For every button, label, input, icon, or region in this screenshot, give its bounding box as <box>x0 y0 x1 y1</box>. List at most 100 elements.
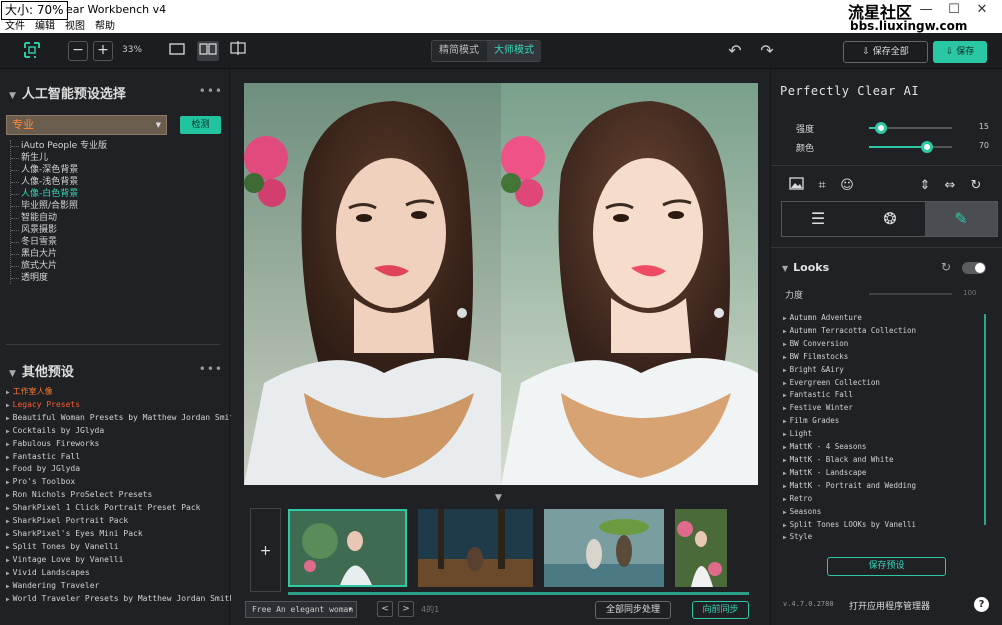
image-select[interactable]: Free An elegant woman ▼ <box>245 601 357 618</box>
look-item[interactable]: ▶ Light <box>783 428 916 441</box>
other-preset-item[interactable]: ▶ Fantastic Fall <box>6 451 239 464</box>
detect-button[interactable]: 检测 <box>180 116 221 134</box>
sync-forward-button[interactable]: 向前同步 <box>692 601 749 619</box>
other-preset-item[interactable]: ▶ Pro's Toolbox <box>6 476 239 489</box>
color-track[interactable] <box>869 141 952 153</box>
split-view-icon[interactable] <box>229 41 247 61</box>
other-preset-item[interactable]: ▶ Split Tones by Vanelli <box>6 541 239 554</box>
look-item[interactable]: ▶ MattK - Landscape <box>783 467 916 480</box>
look-item[interactable]: ▶ Seasons <box>783 506 916 519</box>
thumbnail-4[interactable] <box>675 509 727 587</box>
other-preset-item[interactable]: ▶ Fabulous Fireworks <box>6 438 239 451</box>
flip-vertical-icon[interactable]: ⇕ <box>916 177 934 195</box>
other-preset-item[interactable]: ▶ Wandering Traveler <box>6 580 239 593</box>
save-preset-button[interactable]: 保存预设 <box>827 557 946 576</box>
filmstrip-toggle-icon[interactable]: ▼ <box>495 493 502 503</box>
image-icon[interactable] <box>787 177 805 195</box>
ai-preset-item[interactable]: 毕业照/合影照 <box>11 200 107 212</box>
ai-preset-item[interactable]: 人像-浅色背景 <box>11 176 107 188</box>
more-options-icon[interactable]: ••• <box>199 362 223 376</box>
look-item[interactable]: ▶ Autumn Adventure <box>783 312 916 325</box>
ai-preset-header[interactable]: ▼ 人工智能预设选择 <box>9 83 126 102</box>
other-preset-item[interactable]: ▶ Cocktails by JGlyda <box>6 425 239 438</box>
look-item[interactable]: ▶ BW Filmstocks <box>783 351 916 364</box>
save-button[interactable]: ⇩ 保存 <box>933 41 987 63</box>
preset-select[interactable]: 专业 ▼ <box>6 115 167 135</box>
looks-strength-track[interactable] <box>869 293 952 295</box>
other-preset-item[interactable]: ▶ Beautiful Woman Presets by Matthew Jord… <box>6 412 239 425</box>
other-preset-item[interactable]: ▶ World Traveler Presets by Matthew Jorda… <box>6 593 239 606</box>
strength-knob[interactable] <box>875 122 888 134</box>
other-preset-item[interactable]: ▶ Food by JGlyda <box>6 463 239 476</box>
flip-horizontal-icon[interactable]: ⇔ <box>941 177 959 195</box>
look-item[interactable]: ▶ Evergreen Collection <box>783 377 916 390</box>
ai-preset-item[interactable]: 人像-白色背景 <box>11 188 107 200</box>
other-preset-item[interactable]: ▶ 工作室人像 <box>6 386 239 399</box>
crop-icon[interactable]: ⌗ <box>813 177 831 195</box>
ai-preset-item[interactable]: 透明度 <box>11 272 107 284</box>
ai-preset-item[interactable]: iAuto People 专业版 <box>11 140 107 152</box>
single-view-icon[interactable] <box>168 41 186 61</box>
next-page-button[interactable]: > <box>398 601 414 617</box>
look-item[interactable]: ▶ MattK - Black and White <box>783 454 916 467</box>
looks-header[interactable]: ▼ Looks <box>782 261 829 274</box>
other-preset-header[interactable]: ▼ 其他预设 <box>9 361 74 380</box>
looks-scrollbar[interactable] <box>984 314 986 525</box>
side-by-side-view-icon[interactable] <box>197 41 219 61</box>
more-options-icon[interactable]: ••• <box>199 84 223 98</box>
open-app-manager-link[interactable]: 打开应用程序管理器 <box>849 599 930 612</box>
reset-icon[interactable]: ↻ <box>941 260 951 274</box>
look-item[interactable]: ▶ BW Conversion <box>783 338 916 351</box>
ai-preset-item[interactable]: 旅式大片 <box>11 260 107 272</box>
look-item[interactable]: ▶ Style <box>783 531 916 544</box>
zoom-out-button[interactable]: − <box>68 41 88 61</box>
look-item[interactable]: ▶ Retro <box>783 493 916 506</box>
ai-preset-item[interactable]: 黑白大片 <box>11 248 107 260</box>
help-icon[interactable]: ? <box>974 597 989 612</box>
sync-all-button[interactable]: 全部同步处理 <box>595 601 671 619</box>
ai-preset-item[interactable]: 人像-深色背景 <box>11 164 107 176</box>
tab-looks-icon[interactable]: ✎ <box>925 202 997 236</box>
look-item[interactable]: ▶ MattK - Portrait and Wedding <box>783 480 916 493</box>
look-item[interactable]: ▶ Fantastic Fall <box>783 389 916 402</box>
menu-view[interactable]: 视图 <box>65 21 85 32</box>
strength-track[interactable] <box>869 122 952 134</box>
thumbnail-2[interactable] <box>418 509 533 587</box>
tab-adjust-sliders-icon[interactable]: ☰ <box>782 202 854 236</box>
other-preset-item[interactable]: ▶ SharkPixel's Eyes Mini Pack <box>6 528 239 541</box>
color-knob[interactable] <box>921 141 934 153</box>
look-item[interactable]: ▶ Bright &Airy <box>783 364 916 377</box>
menu-help[interactable]: 帮助 <box>95 21 115 32</box>
other-preset-item[interactable]: ▶ Ron Nichols ProSelect Presets <box>6 489 239 502</box>
ai-preset-item[interactable]: 风景摄影 <box>11 224 107 236</box>
menu-file[interactable]: 文件 <box>5 21 25 32</box>
looks-toggle[interactable] <box>962 262 986 274</box>
look-item[interactable]: ▶ MattK - 4 Seasons <box>783 441 916 454</box>
ai-preset-item[interactable]: 智能自动 <box>11 212 107 224</box>
other-preset-item[interactable]: ▶ Vintage Love by Vanelli <box>6 554 239 567</box>
other-preset-item[interactable]: ▶ Vivid Landscapes <box>6 567 239 580</box>
thumbnail-1[interactable] <box>288 509 407 587</box>
look-item[interactable]: ▶ Film Grades <box>783 415 916 428</box>
other-preset-item[interactable]: ▶ Legacy Presets <box>6 399 239 412</box>
thumbnail-3[interactable] <box>544 509 664 587</box>
tab-ai-icon[interactable]: ❂ <box>854 202 926 236</box>
prev-page-button[interactable]: < <box>377 601 393 617</box>
ai-preset-item[interactable]: 冬日雪景 <box>11 236 107 248</box>
simple-mode-tab[interactable]: 精简模式 <box>432 41 486 61</box>
other-preset-item[interactable]: ▶ SharkPixel 1 Click Portrait Preset Pack <box>6 502 239 515</box>
zoom-in-button[interactable]: + <box>93 41 113 61</box>
other-preset-item[interactable]: ▶ SharkPixel Portrait Pack <box>6 515 239 528</box>
redo-icon[interactable]: ↷ <box>759 41 775 61</box>
ai-preset-item[interactable]: 新生儿 <box>11 152 107 164</box>
save-all-button[interactable]: ⇩ 保存全部 <box>843 41 928 63</box>
close-button[interactable]: ✕ <box>968 0 996 20</box>
after-image[interactable] <box>501 83 758 485</box>
add-image-button[interactable]: + <box>250 508 281 592</box>
before-image[interactable] <box>244 83 501 485</box>
menu-edit[interactable]: 编辑 <box>35 21 55 32</box>
face-icon[interactable]: ☺ <box>838 177 856 195</box>
undo-icon[interactable]: ↶ <box>727 41 743 61</box>
master-mode-tab[interactable]: 大师模式 <box>487 41 541 61</box>
look-item[interactable]: ▶ Festive Winter <box>783 402 916 415</box>
